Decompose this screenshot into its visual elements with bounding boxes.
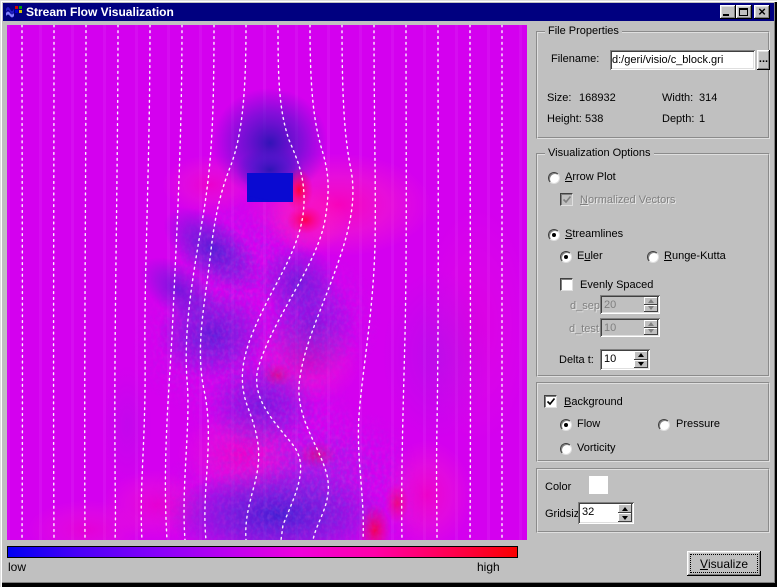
app-icon (6, 5, 22, 19)
visualization-options-legend: Visualization Options (545, 147, 654, 159)
delta-t-value: 10 (600, 349, 634, 370)
file-properties-legend: File Properties (545, 25, 622, 37)
evenly-spaced-checkbox[interactable] (560, 278, 573, 291)
window-title: Stream Flow Visualization (26, 5, 174, 19)
maximize-icon (739, 8, 748, 16)
streamlines-radio[interactable] (548, 229, 560, 241)
gridsize-spinner[interactable]: 32 (578, 502, 634, 524)
colorbar-low-label: low (8, 560, 26, 574)
delta-t-spin-down[interactable] (634, 360, 648, 369)
delta-t-spinner[interactable]: 10 (600, 349, 650, 370)
streamlines-label[interactable]: Streamlines (565, 228, 623, 240)
d-sep-value: 20 (600, 295, 644, 314)
maximize-button[interactable] (736, 5, 752, 19)
close-icon: × (754, 5, 770, 19)
filename-input[interactable] (610, 50, 755, 70)
euler-label[interactable]: Euler (577, 250, 603, 262)
arrow-plot-radio[interactable] (548, 172, 560, 184)
arrow-down-icon (622, 516, 628, 520)
runge-kutta-label[interactable]: Runge-Kutta (664, 250, 726, 262)
delta-t-spin-up[interactable] (634, 351, 648, 360)
pressure-radio[interactable] (658, 419, 670, 431)
d-sep-label: d_sep: (570, 300, 603, 312)
d-sep-spinner[interactable]: 20 (600, 295, 660, 314)
filename-label: Filename: (551, 53, 599, 65)
size-value: 168932 (579, 92, 616, 104)
euler-radio[interactable] (560, 251, 572, 263)
flow-field-image (7, 25, 527, 540)
size-label: Size: (547, 92, 571, 104)
runge-kutta-radio[interactable] (647, 251, 659, 263)
d-test-spin-up[interactable] (644, 320, 658, 328)
d-test-label: d_test: (569, 323, 602, 335)
delta-t-label: Delta t: (559, 354, 594, 366)
normalized-vectors-checkbox[interactable] (560, 193, 573, 206)
browse-button[interactable]: ... (757, 50, 770, 70)
height-label: Height: (547, 113, 582, 125)
pressure-label[interactable]: Pressure (676, 418, 720, 430)
titlebar[interactable]: Stream Flow Visualization (3, 3, 774, 21)
d-test-spin-down[interactable] (644, 328, 658, 336)
vorticity-radio[interactable] (560, 443, 572, 455)
flow-label[interactable]: Flow (577, 418, 600, 430)
evenly-spaced-label[interactable]: Evenly Spaced (580, 279, 653, 291)
check-icon (562, 195, 572, 205)
width-label: Width: (662, 92, 693, 104)
check-icon (546, 397, 556, 407)
d-sep-spin-up[interactable] (644, 297, 658, 305)
file-properties-group: File Properties Filename: ... Size: 1689… (536, 31, 770, 139)
vorticity-label[interactable]: Vorticity (577, 442, 616, 454)
arrow-down-icon (638, 362, 644, 366)
arrow-up-icon (638, 353, 644, 357)
arrow-down-icon (648, 306, 654, 310)
normalized-vectors-label[interactable]: Normalized Vectors (580, 194, 675, 206)
minimize-button[interactable] (720, 5, 736, 19)
flow-radio[interactable] (560, 419, 572, 431)
background-checkbox[interactable] (544, 395, 557, 408)
color-scale-bar (7, 546, 518, 558)
depth-value: 1 (699, 113, 705, 125)
arrow-plot-label[interactable]: Arrow Plot (565, 171, 616, 183)
gridsize-spin-up[interactable] (618, 504, 632, 513)
depth-label: Depth: (662, 113, 694, 125)
arrow-up-icon (648, 322, 654, 326)
flow-field-canvas (7, 25, 527, 540)
app-window: Stream Flow Visualization × (0, 0, 777, 587)
arrow-up-icon (648, 299, 654, 303)
arrow-up-icon (622, 507, 628, 511)
arrow-down-icon (648, 329, 654, 333)
minimize-icon (723, 14, 729, 16)
d-test-spinner[interactable]: 10 (600, 318, 660, 337)
visualize-button-label: Visualize (690, 554, 758, 573)
d-sep-spin-down[interactable] (644, 305, 658, 313)
gridsize-spin-down[interactable] (618, 513, 632, 522)
colorbar-high-label: high (477, 560, 500, 574)
color-swatch[interactable] (589, 476, 608, 494)
appearance-group: Color Gridsize: 32 (536, 468, 770, 533)
close-button[interactable]: × (754, 5, 770, 19)
width-value: 314 (699, 92, 717, 104)
background-label[interactable]: Background (564, 396, 623, 408)
color-label: Color (545, 481, 571, 493)
visualization-options-group: Visualization Options Arrow Plot Normali… (536, 153, 770, 377)
background-group: Background Flow Pressure Vorticity (536, 382, 770, 462)
d-test-value: 10 (600, 318, 644, 337)
height-value: 538 (585, 113, 603, 125)
gridsize-value: 32 (578, 502, 618, 524)
visualize-button[interactable]: Visualize (687, 551, 761, 576)
